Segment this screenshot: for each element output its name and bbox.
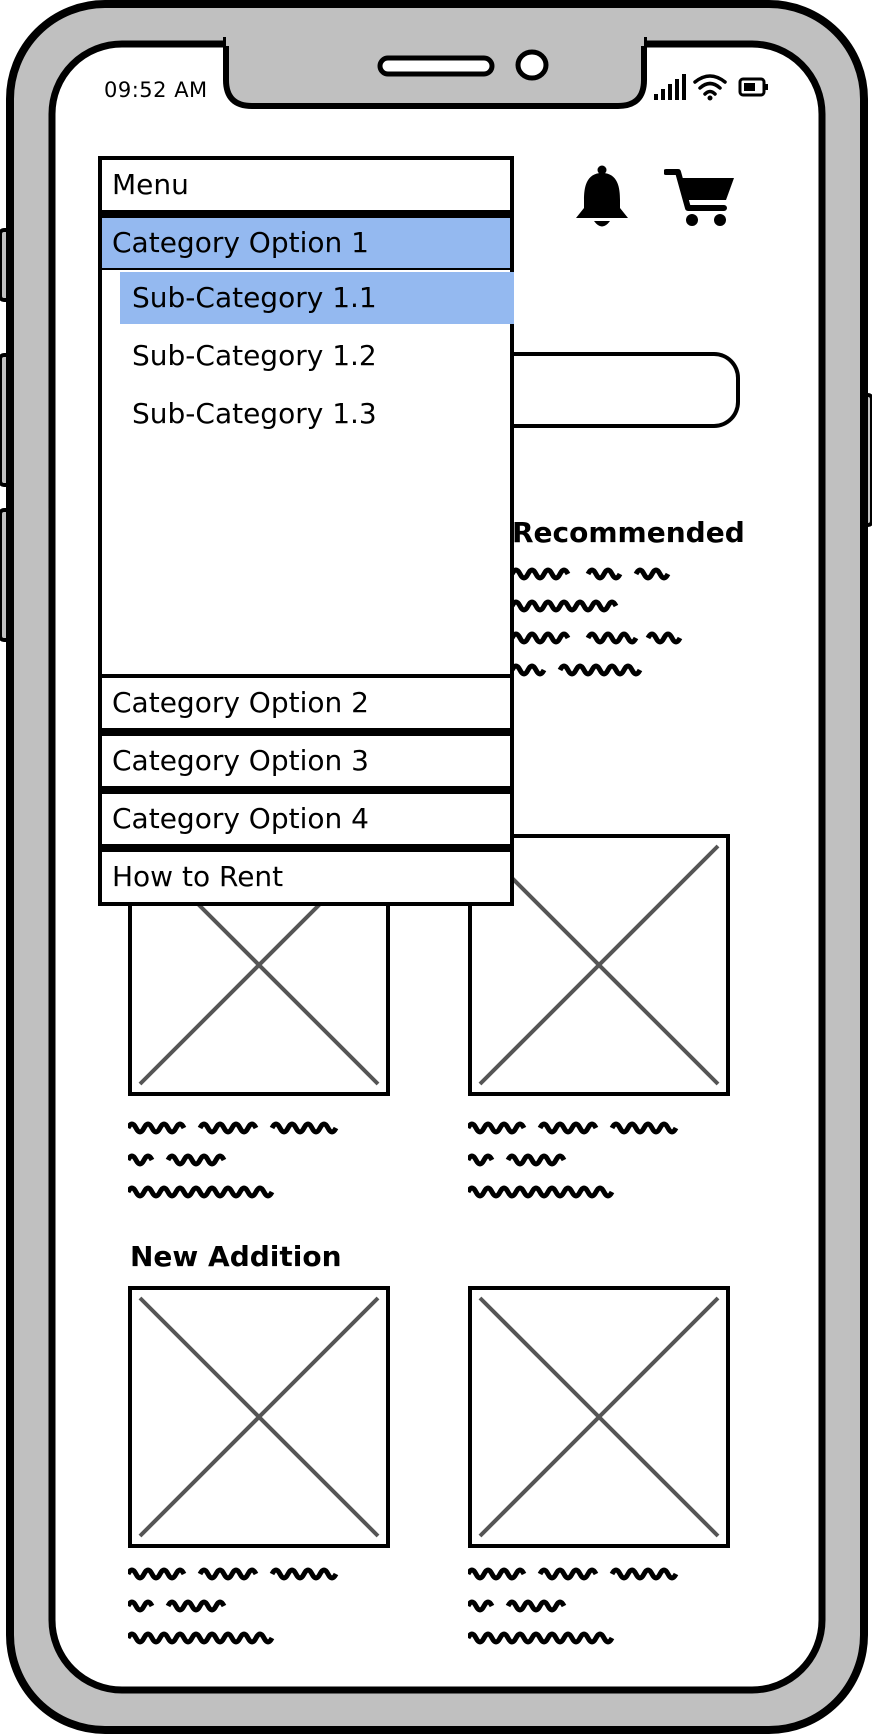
submenu-category-option-1: Sub-Category 1.1 Sub-Category 1.2 Sub-Ca… bbox=[98, 270, 514, 682]
status-time: 09:52 AM bbox=[104, 78, 208, 102]
submenu-item-sub-category-1-2[interactable]: Sub-Category 1.2 bbox=[120, 330, 514, 382]
recommended-item-caption-1 bbox=[128, 1121, 339, 1199]
image-placeholder-icon bbox=[138, 1296, 380, 1538]
submenu-item-sub-category-1-3[interactable]: Sub-Category 1.3 bbox=[120, 388, 514, 440]
recommended-item-caption-2 bbox=[468, 1121, 679, 1199]
cart-icon[interactable] bbox=[664, 166, 736, 230]
menu-item-category-option-1[interactable]: Category Option 1 bbox=[98, 214, 514, 272]
submenu-item-sub-category-1-1[interactable]: Sub-Category 1.1 bbox=[120, 272, 514, 324]
battery-icon bbox=[738, 77, 768, 97]
recommended-description-text bbox=[512, 567, 683, 677]
phone-mockup: 09:52 AM Recommended New Addition Menu C… bbox=[0, 0, 872, 1734]
menu-item-category-option-3[interactable]: Category Option 3 bbox=[98, 732, 514, 790]
new-addition-item-image-1[interactable] bbox=[128, 1286, 390, 1548]
wifi-icon bbox=[693, 74, 727, 101]
new-addition-item-image-2[interactable] bbox=[468, 1286, 730, 1548]
image-placeholder-icon bbox=[478, 1296, 720, 1538]
signal-icon bbox=[654, 74, 686, 100]
menu-item-how-to-rent[interactable]: How to Rent bbox=[98, 848, 514, 906]
menu-title: Menu bbox=[98, 156, 514, 214]
new-addition-item-caption-2 bbox=[468, 1567, 679, 1645]
section-title-new-addition: New Addition bbox=[130, 1240, 342, 1273]
bell-icon[interactable] bbox=[572, 164, 632, 232]
new-addition-item-caption-1 bbox=[128, 1567, 339, 1645]
menu-item-category-option-2[interactable]: Category Option 2 bbox=[98, 674, 514, 732]
section-title-recommended: Recommended bbox=[512, 516, 745, 549]
menu-item-category-option-4[interactable]: Category Option 4 bbox=[98, 790, 514, 848]
